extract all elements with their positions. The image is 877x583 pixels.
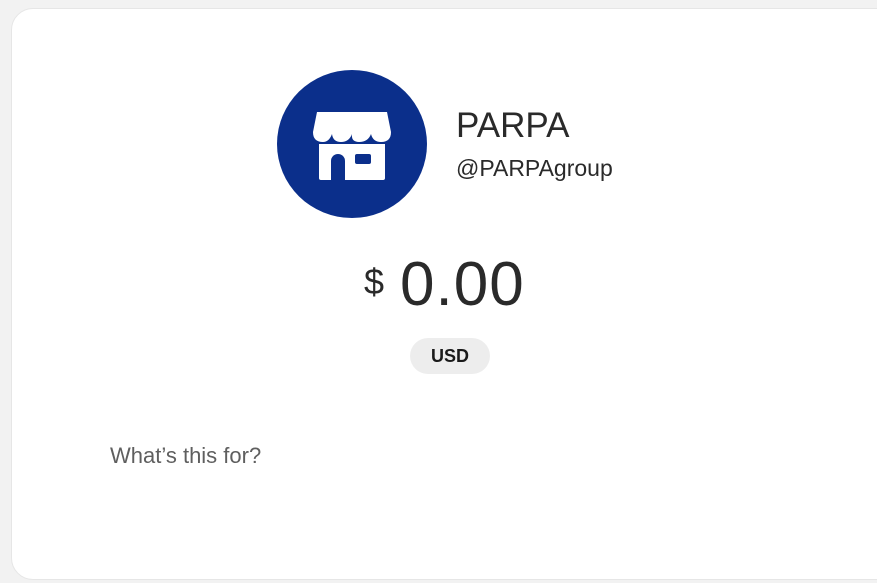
- amount-row: $: [0, 248, 877, 328]
- merchant-handle: @PARPAgroup: [456, 155, 613, 181]
- merchant-name: PARPA: [456, 106, 570, 145]
- currency-selector-button[interactable]: USD: [410, 338, 490, 374]
- currency-symbol: $: [364, 261, 385, 302]
- note-input[interactable]: [110, 438, 710, 474]
- storefront-icon: [313, 112, 391, 180]
- amount-input[interactable]: [400, 248, 600, 322]
- merchant-avatar: [277, 70, 427, 218]
